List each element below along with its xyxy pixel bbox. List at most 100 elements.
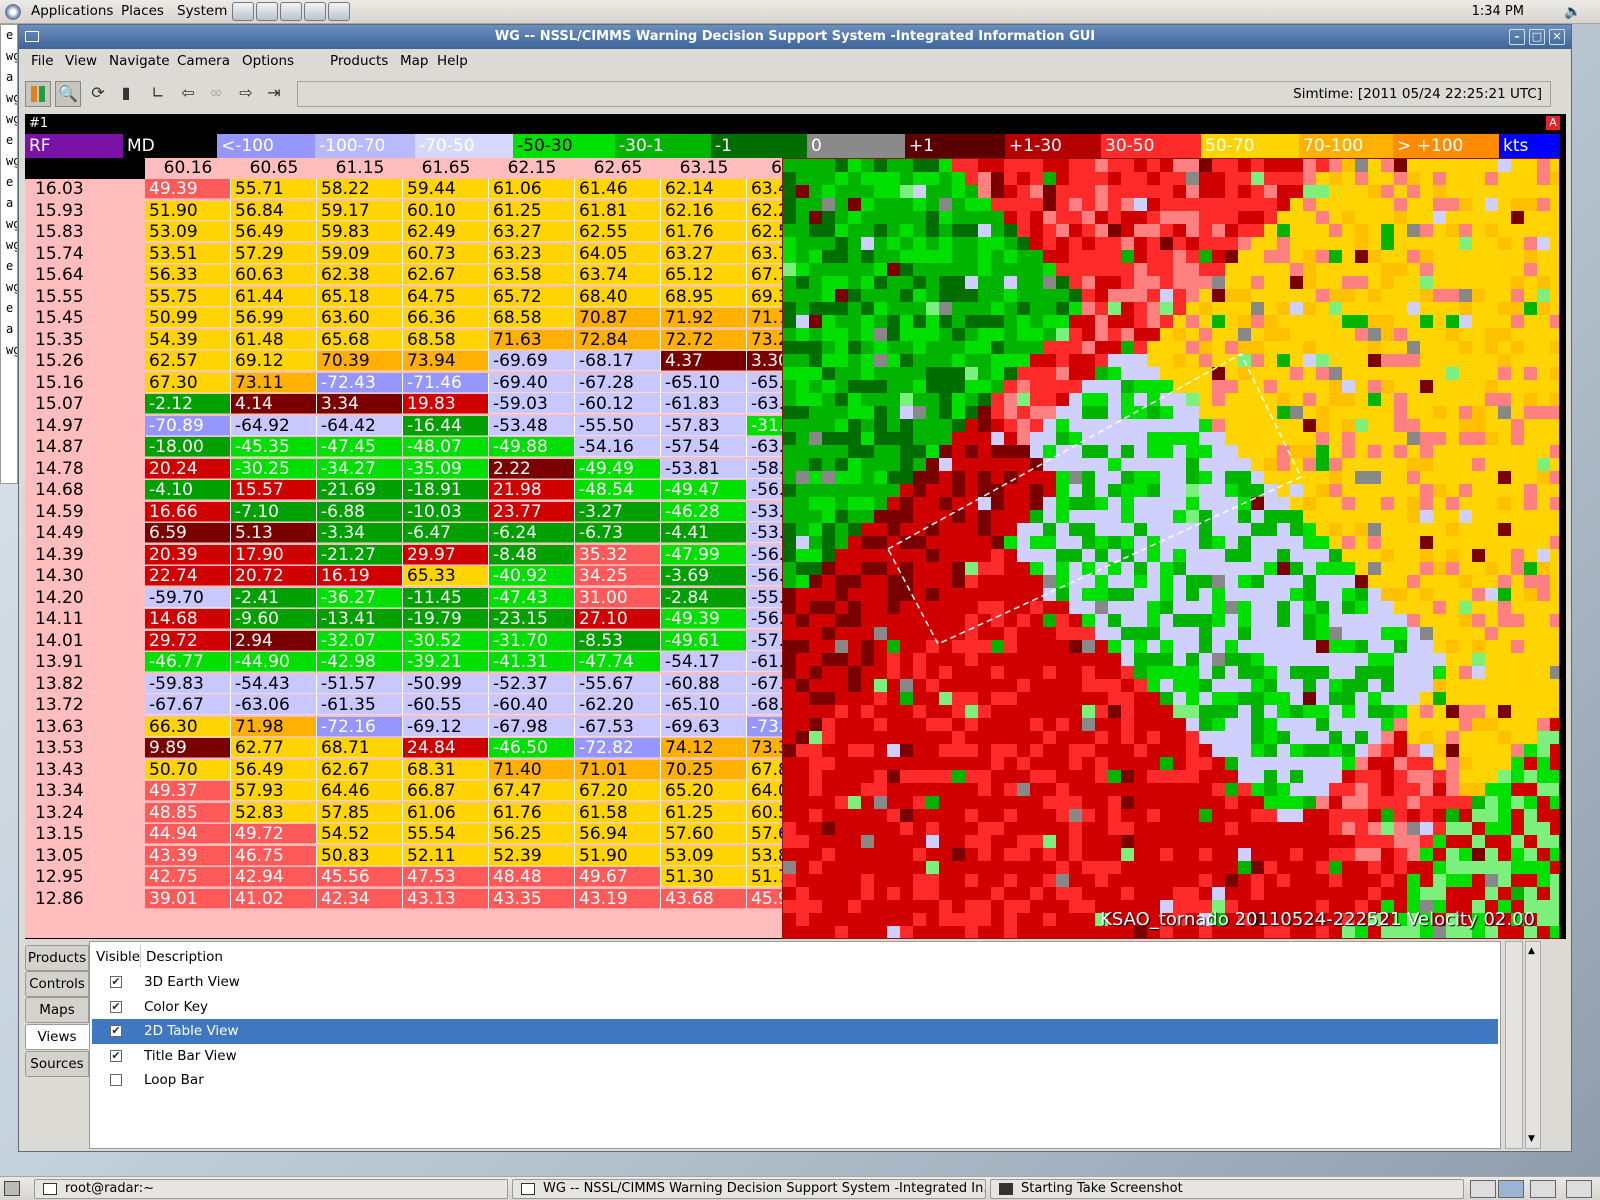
table-cell[interactable]: 62.55 (575, 222, 661, 242)
table-cell[interactable]: 62.77 (231, 738, 317, 758)
table-cell[interactable]: 63.27 (489, 222, 575, 242)
table-cell[interactable]: 31.00 (575, 587, 661, 608)
table-cell[interactable]: 14.68 (145, 609, 231, 629)
table-cell[interactable]: -18.91 (403, 480, 489, 500)
table-cell[interactable]: -50.99 (403, 673, 489, 694)
table-cell[interactable]: 68.40 (575, 286, 661, 307)
view-list-item[interactable]: ✔ 3D Earth View (92, 970, 1498, 995)
table-cell[interactable]: 20.24 (145, 458, 231, 479)
table-cell[interactable]: -67.0 (747, 673, 782, 694)
table-cell[interactable]: 45.9 (747, 888, 782, 909)
table-cell[interactable]: -54.43 (231, 673, 317, 694)
table-cell[interactable]: -63.06 (231, 695, 317, 715)
table-cell[interactable]: 52.83 (231, 802, 317, 823)
table-cell[interactable]: 27.10 (575, 609, 661, 629)
table-cell[interactable]: -56.5 (747, 480, 782, 500)
menu-camera[interactable]: Camera (177, 53, 230, 69)
table-cell[interactable]: -57.54 (661, 437, 747, 457)
table-cell[interactable]: 71.92 (661, 308, 747, 328)
table-cell[interactable]: -72.16 (317, 716, 403, 737)
table-cell[interactable]: 64.75 (403, 286, 489, 307)
table-cell[interactable]: -53.81 (661, 458, 747, 479)
table-cell[interactable]: -59.03 (489, 394, 575, 414)
table-cell[interactable]: 73.2 (747, 329, 782, 350)
menu-view[interactable]: View (65, 53, 97, 69)
table-cell[interactable]: 63.74 (575, 265, 661, 285)
table-cell[interactable]: -42.98 (317, 652, 403, 672)
table-cell[interactable]: 24.84 (403, 738, 489, 758)
launcher-browser-icon[interactable] (280, 2, 302, 21)
step-forward-icon[interactable]: ⇨ (233, 81, 259, 107)
table-cell[interactable]: 4.37 (661, 351, 747, 371)
table-cell[interactable]: 70.39 (317, 351, 403, 371)
table-cell[interactable]: 70.87 (575, 308, 661, 328)
table-cell[interactable]: 53.8 (747, 845, 782, 866)
menu-file[interactable]: File (31, 53, 54, 69)
table-cell[interactable]: 61.25 (489, 200, 575, 221)
table-cell[interactable]: -47.99 (661, 544, 747, 565)
table-cell[interactable]: -46.28 (661, 501, 747, 522)
table-cell[interactable]: -16.44 (403, 415, 489, 436)
table-cell[interactable]: 64.46 (317, 781, 403, 801)
table-cell[interactable]: -69.40 (489, 372, 575, 393)
table-cell[interactable]: 50.99 (145, 308, 231, 328)
table-cell[interactable]: -60.40 (489, 695, 575, 715)
table-cell[interactable]: 19.83 (403, 394, 489, 414)
minimize-icon[interactable]: – (1509, 29, 1525, 45)
table-cell[interactable]: -46.77 (145, 652, 231, 672)
table-cell[interactable]: -44.90 (231, 652, 317, 672)
table-cell[interactable]: -45.35 (231, 437, 317, 457)
table-cell[interactable]: 65.68 (317, 329, 403, 350)
table-cell[interactable]: 62.14 (661, 179, 747, 199)
table-cell[interactable]: -6.24 (489, 523, 575, 543)
table-cell[interactable]: 49.67 (575, 867, 661, 887)
table-cell[interactable]: 47.53 (403, 867, 489, 887)
table-cell[interactable]: -52.37 (489, 673, 575, 694)
system-menu[interactable]: System (177, 3, 227, 19)
table-cell[interactable]: 49.39 (145, 179, 231, 199)
view-list-item[interactable]: Loop Bar (92, 1068, 1498, 1093)
table-cell[interactable]: 21.98 (489, 480, 575, 500)
table-cell[interactable]: 68.95 (661, 286, 747, 307)
table-cell[interactable]: -49.39 (661, 609, 747, 629)
table-cell[interactable]: 42.94 (231, 867, 317, 887)
show-desktop-icon[interactable] (4, 1181, 20, 1196)
table-cell[interactable]: 56.33 (145, 265, 231, 285)
visible-checkbox[interactable]: ✔ (110, 1025, 122, 1037)
table-cell[interactable]: 66.87 (403, 781, 489, 801)
menu-options[interactable]: Options (242, 53, 294, 69)
table-cell[interactable]: -60.55 (403, 695, 489, 715)
table-cell[interactable]: -46.50 (489, 738, 575, 758)
task-screenshot[interactable]: Starting Take Screenshot (990, 1179, 1464, 1199)
table-cell[interactable]: 71.01 (575, 759, 661, 780)
table-cell[interactable]: 65.18 (317, 286, 403, 307)
table-cell[interactable]: -2.41 (231, 587, 317, 608)
table-cell[interactable]: -61.35 (317, 695, 403, 715)
trash-icon[interactable] (1566, 1180, 1592, 1198)
table-cell[interactable]: 64.05 (575, 243, 661, 264)
table-cell[interactable]: 74.12 (661, 738, 747, 758)
table-cell[interactable]: 69.3 (747, 286, 782, 307)
table-cell[interactable]: 6.59 (145, 523, 231, 543)
table-cell[interactable]: 43.19 (575, 888, 661, 909)
table-cell[interactable]: -7.10 (231, 501, 317, 522)
table-cell[interactable]: 68.31 (403, 759, 489, 780)
table-cell[interactable]: 22.74 (145, 566, 231, 586)
menu-map[interactable]: Map (400, 53, 429, 69)
table-cell[interactable]: -47.45 (317, 437, 403, 457)
table-cell[interactable]: -6.73 (575, 523, 661, 543)
table-cell[interactable]: 70.25 (661, 759, 747, 780)
table-cell[interactable]: 55.54 (403, 824, 489, 844)
table-cell[interactable]: 41.02 (231, 888, 317, 909)
table-cell[interactable]: 57.60 (661, 824, 747, 844)
table-cell[interactable]: 61.58 (575, 802, 661, 823)
table-cell[interactable]: 61.48 (231, 329, 317, 350)
table-cell[interactable]: -18.00 (145, 437, 231, 457)
table-cell[interactable]: 56.94 (575, 824, 661, 844)
table-cell[interactable]: 48.48 (489, 867, 575, 887)
scroll-down-icon[interactable]: ▼ (1528, 1134, 1535, 1144)
table-cell[interactable]: -57.1 (747, 630, 782, 651)
table-cell[interactable]: 66.30 (145, 716, 231, 737)
table-cell[interactable]: 63.23 (489, 243, 575, 264)
table-cell[interactable]: -55.7 (747, 587, 782, 608)
